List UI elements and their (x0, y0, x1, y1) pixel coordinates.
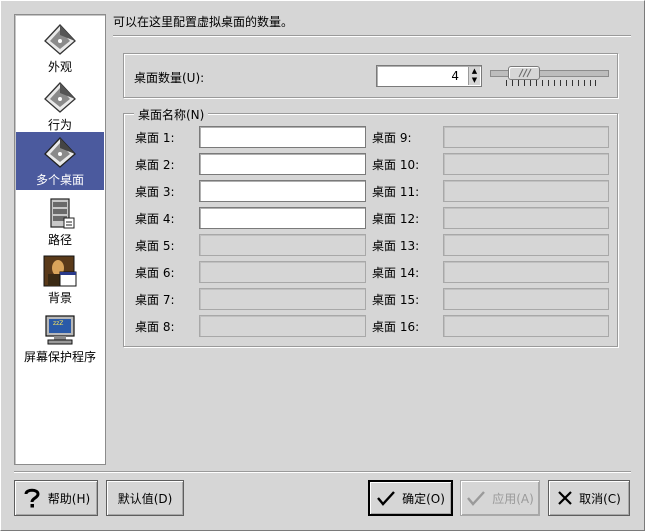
sidebar-item-background[interactable]: 背景 (16, 250, 104, 308)
screensaver-icon: zzZ (45, 315, 75, 345)
apply-button: 应用(A) (460, 480, 540, 516)
defaults-button-label: 默认值(D) (117, 491, 173, 506)
desktop-15-label: 桌面 15: (372, 293, 420, 307)
desktop-12-label: 桌面 12: (372, 212, 420, 226)
checkmark-icon (377, 491, 395, 506)
sidebar-item-workspaces[interactable]: 多个桌面 (16, 132, 104, 190)
desktop-1-label: 桌面 1: (135, 131, 175, 145)
desktop-3-label: 桌面 3: (135, 185, 175, 199)
slider-handle[interactable] (508, 66, 540, 80)
cancel-button[interactable]: 取消(C) (548, 480, 630, 516)
sidebar-item-behavior[interactable]: 行为 (16, 77, 104, 135)
sidebar: 外观 行为 多个桌面 路径 背景 zzZ 屏幕保护程序 (14, 14, 106, 465)
cancel-button-label: 取消(C) (579, 491, 621, 506)
desktop-10-name-field (443, 153, 609, 175)
spin-down-button[interactable]: ▼ (468, 76, 480, 85)
sidebar-item-label: 外观 (47, 60, 72, 74)
ok-button-label: 确定(O) (402, 491, 445, 506)
sidebar-item-appearance[interactable]: 外观 (16, 19, 104, 77)
desktop-count-label: 桌面数量(U): (134, 71, 205, 85)
desktop-7-label: 桌面 7: (135, 293, 175, 307)
sidebar-item-label: 行为 (47, 118, 72, 132)
sidebar-item-label: 多个桌面 (35, 173, 84, 187)
desktop-7-name-field (199, 288, 366, 310)
apply-button-label: 应用(A) (492, 491, 534, 506)
desktop-1-name-field[interactable] (199, 126, 366, 148)
desktop-11-label: 桌面 11: (372, 185, 420, 199)
checkmark-icon (467, 491, 486, 506)
instruction-text: 可以在这里配置虚拟桌面的数量。 (113, 15, 294, 29)
spin-up-button[interactable]: ▲ (468, 67, 480, 76)
desktop-5-name-field (199, 234, 366, 256)
behavior-icon (44, 82, 76, 113)
desktop-6-label: 桌面 6: (135, 266, 175, 280)
desktop-13-label: 桌面 13: (372, 239, 420, 253)
desktop-10-label: 桌面 10: (372, 158, 420, 172)
help-button-label: 帮助(H) (47, 491, 91, 506)
desktop-16-label: 桌面 16: (372, 320, 420, 334)
desktop-16-name-field (443, 315, 609, 337)
desktop-9-name-field (443, 126, 609, 148)
desktop-14-label: 桌面 14: (372, 266, 420, 280)
paths-icon (50, 198, 75, 229)
desktop-5-label: 桌面 5: (135, 239, 175, 253)
grip-icon (518, 68, 532, 78)
sidebar-item-label: 屏幕保护程序 (23, 350, 96, 364)
sidebar-item-label: 路径 (47, 233, 72, 247)
desktop-4-label: 桌面 4: (135, 212, 175, 226)
question-mark-icon (24, 488, 40, 508)
desktop-3-name-field[interactable] (199, 180, 366, 202)
desktop-2-label: 桌面 2: (135, 158, 175, 172)
sidebar-item-screensaver[interactable]: zzZ 屏幕保护程序 (16, 309, 104, 367)
desktop-names-frame (123, 113, 618, 347)
footer-separator (14, 471, 631, 473)
desktop-6-name-field (199, 261, 366, 283)
desktop-count-value: 4 (451, 69, 459, 83)
desktop-12-name-field (443, 207, 609, 229)
desktop-8-name-field (199, 315, 366, 337)
ok-button[interactable]: 确定(O) (368, 480, 453, 516)
desktop-4-name-field[interactable] (199, 207, 366, 229)
desktop-count-spinbox[interactable]: 4 ▲ ▼ (376, 65, 482, 87)
workspaces-icon (44, 137, 76, 168)
defaults-button[interactable]: 默认值(D) (106, 480, 184, 516)
help-button[interactable]: 帮助(H) (14, 480, 98, 516)
slider-ticks (506, 80, 596, 86)
header-separator (113, 35, 631, 37)
appearance-icon (44, 24, 76, 55)
svg-text:zzZ: zzZ (53, 320, 63, 327)
desktop-11-name-field (443, 180, 609, 202)
sidebar-item-label: 背景 (47, 291, 72, 305)
desktop-13-name-field (443, 234, 609, 256)
desktop-2-name-field[interactable] (199, 153, 366, 175)
desktop-15-name-field (443, 288, 609, 310)
background-icon (43, 255, 77, 287)
desktop-14-name-field (443, 261, 609, 283)
desktop-9-label: 桌面 9: (372, 131, 412, 145)
desktop-8-label: 桌面 8: (135, 320, 175, 334)
sidebar-item-paths[interactable]: 路径 (16, 192, 104, 250)
desktop-names-title: 桌面名称(N) (134, 106, 209, 123)
close-icon (558, 491, 572, 505)
